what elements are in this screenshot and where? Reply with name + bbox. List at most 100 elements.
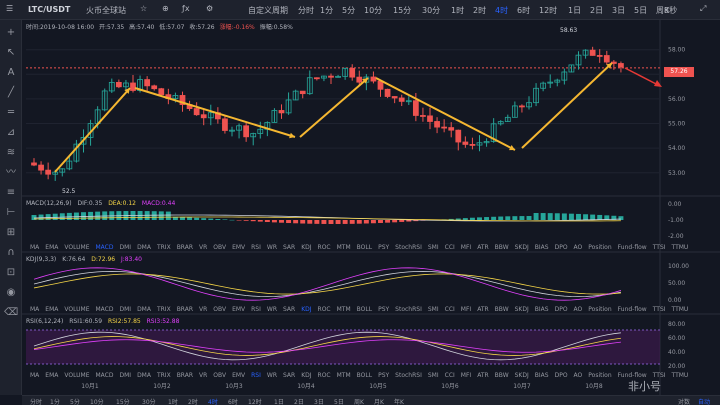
indicator-tab-bbw[interactable]: BBW: [495, 306, 509, 313]
indicator-tab-wr[interactable]: WR: [267, 306, 277, 313]
indicator-tab-smi[interactable]: SMI: [428, 306, 439, 313]
indicator-tab-kdj[interactable]: KDJ: [301, 306, 311, 313]
bottom-interval-16[interactable]: 月K: [374, 397, 384, 405]
indicator-tab-brar[interactable]: BRAR: [177, 372, 193, 379]
indicator-tab-obv[interactable]: OBV: [213, 372, 226, 379]
indicator-tab-ema[interactable]: EMA: [45, 306, 58, 313]
indicator-tab-skdj[interactable]: SKDJ: [515, 244, 529, 251]
indicator-tab-dma[interactable]: DMA: [137, 244, 151, 251]
indicator-tab-fund-flow[interactable]: Fund-flow: [618, 244, 647, 251]
indicator-tab-position[interactable]: Position: [588, 372, 611, 379]
indicator-tab-ao[interactable]: AO: [574, 244, 583, 251]
indicator-tab-position[interactable]: Position: [588, 244, 611, 251]
indicator-tab-rsi[interactable]: RSI: [251, 372, 261, 379]
indicator-tab-ema[interactable]: EMA: [45, 372, 58, 379]
bottom-interval-3[interactable]: 10分: [90, 397, 104, 405]
indicator-tab-sar[interactable]: SAR: [283, 306, 295, 313]
indicator-tab-fund-flow[interactable]: Fund-flow: [618, 306, 647, 313]
bottom-interval-1[interactable]: 1分: [50, 397, 60, 405]
indicator-tab-roc[interactable]: ROC: [318, 372, 331, 379]
indicator-tab-skdj[interactable]: SKDJ: [515, 306, 529, 313]
bottom-interval-13[interactable]: 3日: [314, 397, 324, 405]
indicator-tab-cci[interactable]: CCI: [445, 244, 455, 251]
indicator-tab-boll[interactable]: BOLL: [357, 244, 372, 251]
indicator-tab-roc[interactable]: ROC: [318, 244, 331, 251]
indicator-tab-obv[interactable]: OBV: [213, 244, 226, 251]
indicator-tab-ma[interactable]: MA: [30, 372, 39, 379]
indicator-tab-vr[interactable]: VR: [199, 372, 207, 379]
auto-scale-toggle[interactable]: 自动: [698, 397, 710, 405]
indicator-tab-obv[interactable]: OBV: [213, 306, 226, 313]
bottom-interval-14[interactable]: 5日: [334, 397, 344, 405]
indicator-tab-macd[interactable]: MACD: [95, 306, 113, 313]
indicator-tab-trix[interactable]: TRIX: [157, 306, 171, 313]
indicator-tab-bbw[interactable]: BBW: [495, 244, 509, 251]
indicator-tab-atr[interactable]: ATR: [477, 244, 488, 251]
indicator-tab-macd[interactable]: MACD: [95, 372, 113, 379]
indicator-tab-ttsi[interactable]: TTSI: [653, 306, 666, 313]
bottom-interval-11[interactable]: 1日: [274, 397, 284, 405]
indicator-tab-smi[interactable]: SMI: [428, 372, 439, 379]
bottom-interval-2[interactable]: 5分: [70, 397, 80, 405]
bottom-interval-7[interactable]: 2时: [188, 397, 198, 405]
indicator-tab-roc[interactable]: ROC: [318, 306, 331, 313]
indicator-tab-psy[interactable]: PSY: [378, 306, 389, 313]
indicator-tab-dma[interactable]: DMA: [137, 306, 151, 313]
indicator-tab-dmi[interactable]: DMI: [119, 306, 131, 313]
indicator-tab-position[interactable]: Position: [588, 306, 611, 313]
indicator-tab-atr[interactable]: ATR: [477, 372, 488, 379]
indicator-tab-stochrsi[interactable]: StochRSI: [395, 244, 422, 251]
indicator-tab-kdj[interactable]: KDJ: [301, 372, 311, 379]
indicator-tab-ttmu[interactable]: TTMU: [672, 372, 689, 379]
indicator-tab-ema[interactable]: EMA: [45, 244, 58, 251]
indicator-tab-psy[interactable]: PSY: [378, 372, 389, 379]
indicator-tab-emv[interactable]: EMV: [232, 306, 245, 313]
indicator-tab-mfi[interactable]: MFI: [461, 244, 471, 251]
bottom-interval-8[interactable]: 4时: [208, 397, 218, 405]
indicator-tab-dpo[interactable]: DPO: [555, 372, 568, 379]
indicator-tab-atr[interactable]: ATR: [477, 306, 488, 313]
indicator-tab-brar[interactable]: BRAR: [177, 244, 193, 251]
indicator-tab-volume[interactable]: VOLUME: [64, 372, 89, 379]
indicator-tab-bias[interactable]: BIAS: [535, 372, 549, 379]
indicator-tab-smi[interactable]: SMI: [428, 244, 439, 251]
bottom-interval-0[interactable]: 分时: [30, 397, 42, 405]
indicator-tab-dmi[interactable]: DMI: [119, 372, 131, 379]
indicator-tab-dpo[interactable]: DPO: [555, 244, 568, 251]
indicator-tab-boll[interactable]: BOLL: [357, 372, 372, 379]
indicator-tab-emv[interactable]: EMV: [232, 372, 245, 379]
indicator-tab-mfi[interactable]: MFI: [461, 306, 471, 313]
indicator-tab-volume[interactable]: VOLUME: [64, 306, 89, 313]
indicator-tab-ao[interactable]: AO: [574, 372, 583, 379]
indicator-tab-wr[interactable]: WR: [267, 372, 277, 379]
indicator-tab-dma[interactable]: DMA: [137, 372, 151, 379]
indicator-tab-kdj[interactable]: KDJ: [301, 244, 311, 251]
indicator-tab-wr[interactable]: WR: [267, 244, 277, 251]
indicator-tab-emv[interactable]: EMV: [232, 244, 245, 251]
log-scale-toggle[interactable]: 对数: [678, 397, 690, 405]
bottom-interval-15[interactable]: 周K: [354, 397, 364, 405]
indicator-tab-dmi[interactable]: DMI: [119, 244, 131, 251]
indicator-tab-trix[interactable]: TRIX: [157, 372, 171, 379]
indicator-tab-vr[interactable]: VR: [199, 244, 207, 251]
indicator-tab-brar[interactable]: BRAR: [177, 306, 193, 313]
indicator-tab-ttsi[interactable]: TTSI: [653, 244, 666, 251]
indicator-tab-dpo[interactable]: DPO: [555, 306, 568, 313]
indicator-tab-bias[interactable]: BIAS: [535, 244, 549, 251]
bottom-interval-9[interactable]: 6时: [228, 397, 238, 405]
indicator-tab-volume[interactable]: VOLUME: [64, 244, 89, 251]
indicator-tab-sar[interactable]: SAR: [283, 372, 295, 379]
bottom-interval-17[interactable]: 年K: [394, 397, 404, 405]
indicator-tab-sar[interactable]: SAR: [283, 244, 295, 251]
indicator-tab-ma[interactable]: MA: [30, 306, 39, 313]
indicator-tab-bias[interactable]: BIAS: [535, 306, 549, 313]
indicator-tab-cci[interactable]: CCI: [445, 372, 455, 379]
indicator-tab-rsi[interactable]: RSI: [251, 306, 261, 313]
indicator-tab-vr[interactable]: VR: [199, 306, 207, 313]
indicator-tab-mtm[interactable]: MTM: [337, 306, 351, 313]
indicator-tab-mfi[interactable]: MFI: [461, 372, 471, 379]
indicator-tab-macd[interactable]: MACD: [95, 244, 113, 251]
indicator-tab-psy[interactable]: PSY: [378, 244, 389, 251]
indicator-tab-mtm[interactable]: MTM: [337, 372, 351, 379]
indicator-tab-skdj[interactable]: SKDJ: [515, 372, 529, 379]
